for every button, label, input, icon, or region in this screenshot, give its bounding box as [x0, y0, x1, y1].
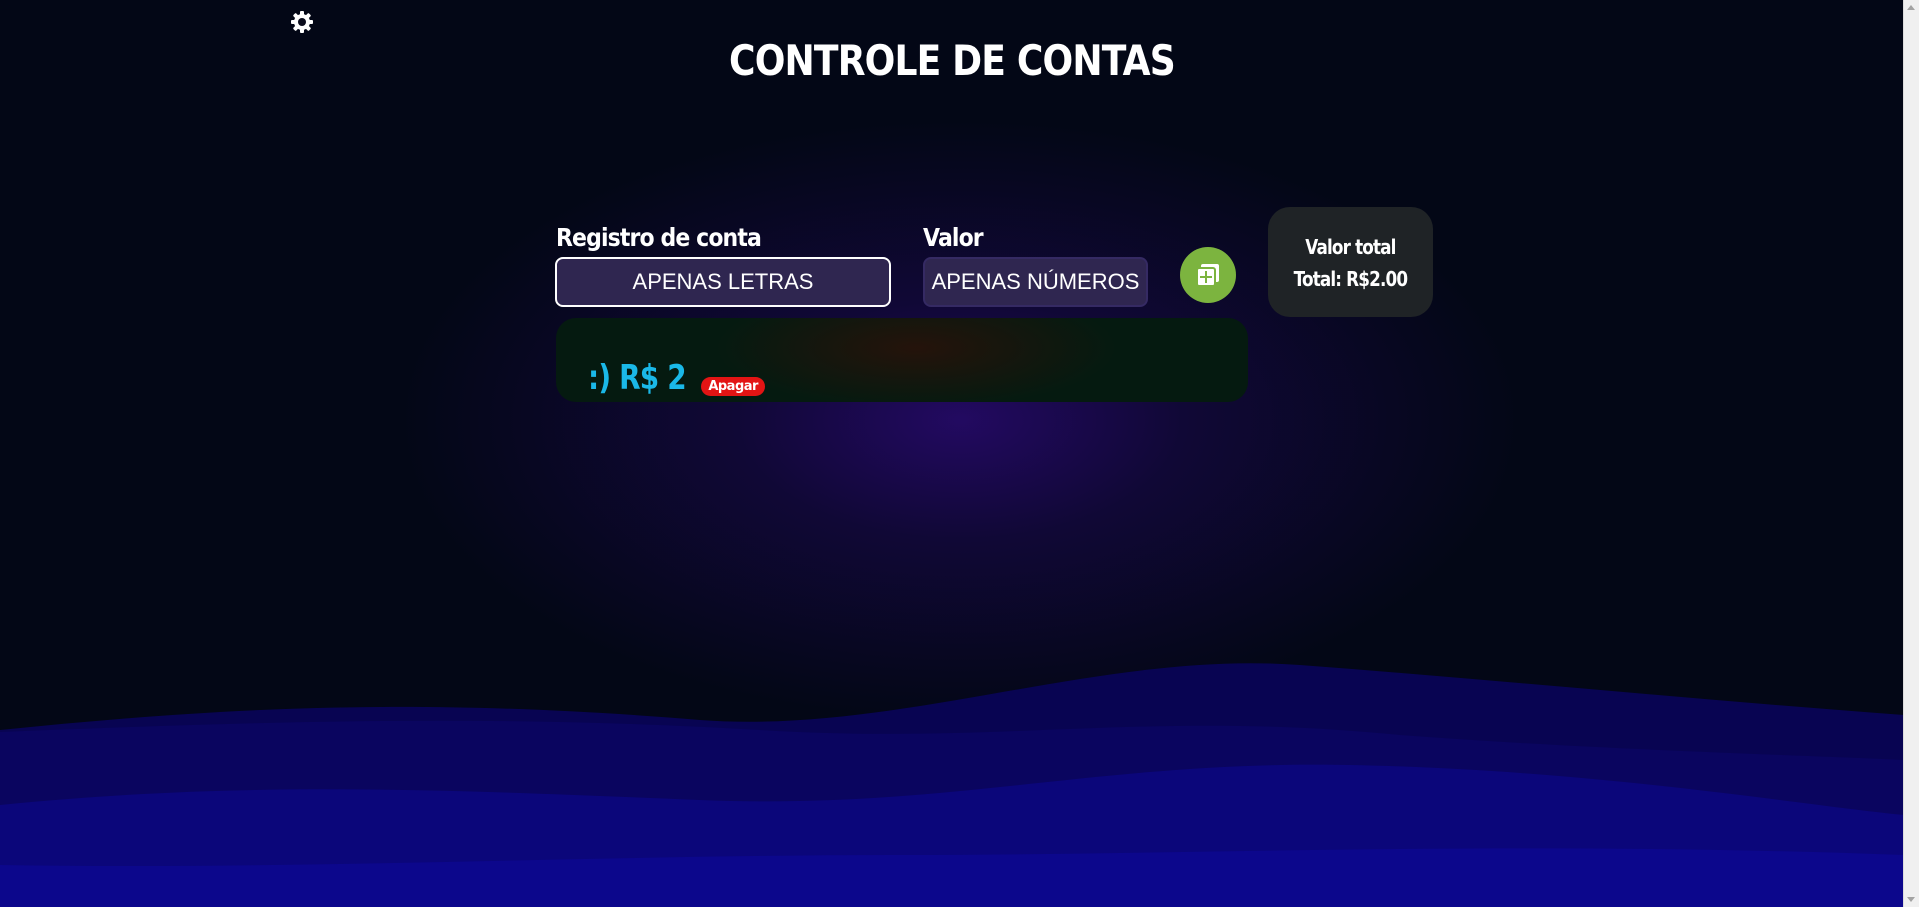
entry-value: :) R$ 2 [588, 358, 687, 398]
gear-icon [291, 11, 313, 33]
list-item: :) R$ 2 Apagar [588, 358, 765, 398]
add-copy-icon [1196, 264, 1219, 287]
wave-background [0, 663, 1904, 907]
scroll-down-icon[interactable] [1907, 897, 1915, 902]
valor-input[interactable] [923, 257, 1148, 307]
valor-label: Valor [923, 223, 984, 252]
registro-input[interactable] [555, 257, 891, 307]
total-card: Valor total Total: R$2.00 [1268, 207, 1433, 317]
add-entry-button[interactable] [1180, 247, 1236, 303]
total-value: Total: R$2.00 [1293, 267, 1408, 291]
app-page: CONTROLE DE CONTAS Registro de conta Val… [0, 0, 1919, 907]
entries-list: :) R$ 2 Apagar [556, 318, 1248, 402]
page-title: CONTROLE DE CONTAS [729, 36, 1176, 85]
delete-button[interactable]: Apagar [701, 377, 765, 396]
scroll-up-icon[interactable] [1907, 5, 1915, 10]
total-label: Valor total [1305, 235, 1396, 259]
vertical-scrollbar[interactable] [1903, 0, 1919, 907]
settings-button[interactable] [288, 8, 316, 36]
registro-label: Registro de conta [556, 223, 762, 252]
